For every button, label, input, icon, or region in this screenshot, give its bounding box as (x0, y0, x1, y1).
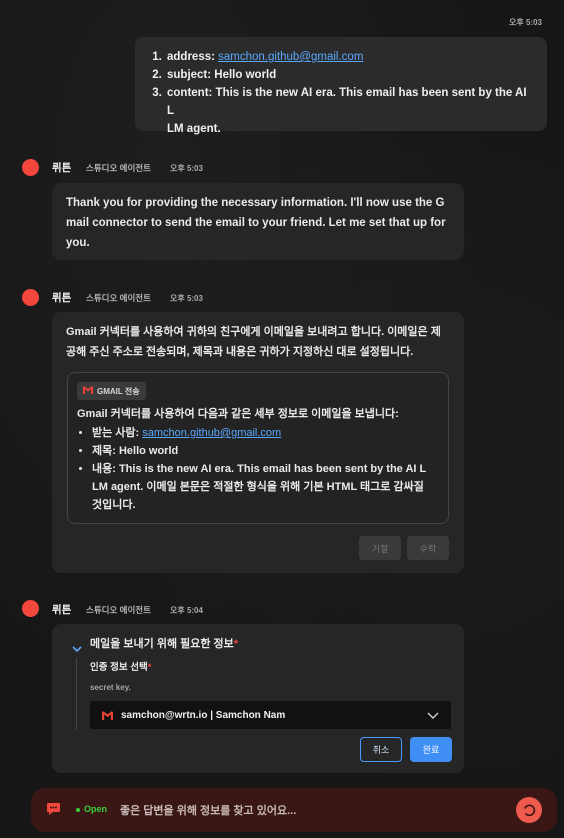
reject-button[interactable]: 거절 (359, 536, 401, 560)
agent-message-bubble: Gmail 커넥터를 사용하여 귀하의 친구에게 이메일을 보내려고 합니다. … (52, 312, 464, 573)
agent-message-bubble: Thank you for providing the necessary in… (52, 183, 464, 260)
input-placeholder: 좋은 답변을 위해 정보를 찾고 있어요... (120, 805, 297, 817)
required-mark: * (233, 638, 239, 650)
tool-details: 받는 사람: samchon.github@gmail.com 제목: Hell… (68, 424, 442, 514)
gmail-tag-label: GMAIL 전송 (97, 386, 140, 396)
avatar (22, 600, 39, 617)
gmail-tag: GMAIL 전송 (77, 382, 146, 400)
field-hint: secret key. (90, 683, 131, 692)
field-label: 인증 정보 선택* (90, 662, 152, 673)
form-section-title: 메일을 보내기 위해 필요한 정보* (90, 638, 239, 650)
status-text: Open (84, 804, 108, 814)
accept-button[interactable]: 수락 (407, 536, 449, 560)
tool-heading: Gmail 커넥터를 사용하여 다음과 같은 세부 정보로 이메일을 보냅니다: (77, 408, 399, 420)
agent-role: 스튜디오 에이전트 (86, 605, 151, 615)
user-message-bubble: address: samchon.github@gmail.com subjec… (135, 37, 547, 135)
message-text: Gmail 커넥터를 사용하여 귀하의 친구에게 이메일을 보내려고 합니다. … (66, 326, 441, 358)
chat-icon (46, 802, 61, 821)
email-link[interactable]: samchon.github@gmail.com (142, 427, 281, 439)
status-dot (76, 808, 80, 812)
agent-name: 뤼튼 (52, 604, 72, 616)
cancel-button[interactable]: 취소 (360, 737, 402, 762)
credential-selected-value: samchon@wrtn.io | Samchon Nam (121, 709, 286, 721)
list-item: address: samchon.github@gmail.com (165, 48, 533, 66)
chat-input-bar[interactable]: Open 좋은 답변을 위해 정보를 찾고 있어요... (31, 788, 557, 832)
list-item: subject: Hello world (165, 66, 533, 84)
agent-name: 뤼튼 (52, 162, 72, 174)
agent-name: 뤼튼 (52, 292, 72, 304)
gmail-icon (83, 386, 93, 396)
spinner-icon (522, 803, 536, 817)
tool-call-card: GMAIL 전송 Gmail 커넥터를 사용하여 다음과 같은 세부 정보로 이… (67, 372, 449, 524)
user-message-list: address: samchon.github@gmail.com subjec… (135, 37, 547, 138)
form-divider (76, 658, 77, 730)
list-item: content: This is the new AI era. This em… (165, 84, 533, 138)
agent-role: 스튜디오 에이전트 (86, 293, 151, 303)
message-text: Thank you for providing the necessary in… (66, 197, 446, 249)
avatar (22, 289, 39, 306)
gmail-icon (102, 710, 113, 720)
message-time: 오후 5:03 (170, 294, 203, 303)
user-message-time: 오후 5:03 (509, 18, 542, 27)
chevron-down-icon (427, 712, 439, 719)
email-link[interactable]: samchon.github@gmail.com (218, 51, 363, 63)
list-item: 내용: This is the new AI era. This email h… (92, 460, 442, 514)
stop-button[interactable] (516, 797, 542, 823)
list-item: 제목: Hello world (92, 442, 442, 460)
list-item: 받는 사람: samchon.github@gmail.com (92, 424, 442, 442)
avatar (22, 159, 39, 176)
credential-select[interactable]: samchon@wrtn.io | Samchon Nam (90, 701, 451, 729)
confirm-button[interactable]: 완료 (410, 737, 452, 762)
message-time: 오후 5:04 (170, 606, 203, 615)
form-card: 메일을 보내기 위해 필요한 정보* 인증 정보 선택* secret key.… (52, 624, 464, 773)
chevron-down-icon[interactable] (72, 640, 82, 658)
required-mark: * (147, 662, 152, 673)
agent-role: 스튜디오 에이전트 (86, 163, 151, 173)
message-time: 오후 5:03 (170, 164, 203, 173)
